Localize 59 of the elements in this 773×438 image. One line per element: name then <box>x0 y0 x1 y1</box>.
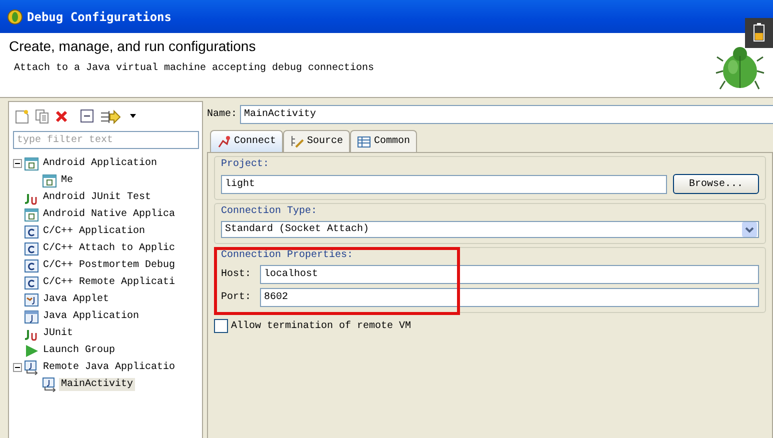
duplicate-icon[interactable] <box>35 108 49 124</box>
java-app-icon <box>24 310 39 324</box>
checkbox[interactable] <box>214 319 228 333</box>
dropdown-arrow-icon[interactable] <box>130 114 136 118</box>
remote-java-icon <box>42 377 57 392</box>
tree-item[interactable]: Remote Java Applicatio <box>41 361 178 374</box>
launch-config-icon <box>24 208 39 222</box>
collapse-toggle-icon[interactable] <box>13 363 22 372</box>
window-title: Debug Configurations <box>27 10 172 24</box>
launch-config-icon <box>42 174 57 188</box>
c-file-icon <box>24 276 39 290</box>
tree-item[interactable]: C/C++ Postmortem Debug <box>41 259 178 272</box>
tree-item[interactable]: Me <box>59 174 76 187</box>
chevron-down-icon <box>745 226 754 232</box>
source-icon <box>290 135 304 148</box>
group-label: Project: <box>221 159 270 170</box>
plug-icon <box>217 135 231 148</box>
bug-logo-icon <box>7 8 23 24</box>
c-file-icon <box>24 224 39 238</box>
checkbox-label: Allow termination of remote VM <box>231 320 412 332</box>
tree-item[interactable]: JUnit <box>41 327 76 340</box>
tree-item[interactable]: Launch Group <box>41 344 118 357</box>
filter-field[interactable]: type filter text <box>13 131 199 149</box>
project-field[interactable]: light <box>221 174 667 194</box>
dialog-title: Create, manage, and run configurations <box>9 38 257 54</box>
field-label: Host: <box>221 269 252 280</box>
group-label: Connection Properties: <box>221 250 354 261</box>
collapse-all-icon[interactable] <box>80 109 94 123</box>
tab[interactable]: Source <box>283 130 350 152</box>
tree-item[interactable]: MainActivity <box>59 378 136 391</box>
tree-item[interactable]: C/C++ Attach to Applic <box>41 242 178 255</box>
group-label: Connection Type: <box>221 206 318 217</box>
c-file-icon <box>24 258 39 272</box>
dialog-message: Attach to a Java virtual machine accepting debug connections <box>13 63 374 74</box>
tree-item[interactable]: C/C++ Remote Applicati <box>41 276 178 289</box>
name-field[interactable]: MainActivity <box>240 105 773 124</box>
delete-icon[interactable] <box>55 110 68 122</box>
c-file-icon <box>24 242 39 256</box>
field-label: Port: <box>221 292 252 303</box>
tree-item[interactable]: Android JUnit Test <box>41 191 154 204</box>
text-field[interactable]: localhost <box>260 265 759 284</box>
name-label: Name: <box>207 109 238 120</box>
tree-item[interactable]: Java Application <box>41 310 142 323</box>
tree-item[interactable]: Java Applet <box>41 293 112 306</box>
tab[interactable]: Common <box>350 130 418 152</box>
play-icon <box>24 344 39 358</box>
tree-item[interactable]: Android Application <box>41 157 160 170</box>
launch-config-icon <box>24 156 39 170</box>
applet-icon <box>24 292 39 306</box>
browse-button[interactable]: Browse... <box>673 174 759 194</box>
new-config-icon[interactable] <box>15 108 29 124</box>
remote-java-icon <box>24 360 39 375</box>
text-field[interactable]: 8602 <box>260 288 759 307</box>
tree-item[interactable]: C/C++ Application <box>41 225 148 238</box>
tab[interactable]: Connect <box>210 130 284 152</box>
table-icon <box>357 136 372 148</box>
connection-type-dropdown[interactable]: Standard (Socket Attach) <box>221 221 759 238</box>
collapse-toggle-icon[interactable] <box>13 159 22 168</box>
tree-item[interactable]: Android Native Applica <box>41 208 178 221</box>
